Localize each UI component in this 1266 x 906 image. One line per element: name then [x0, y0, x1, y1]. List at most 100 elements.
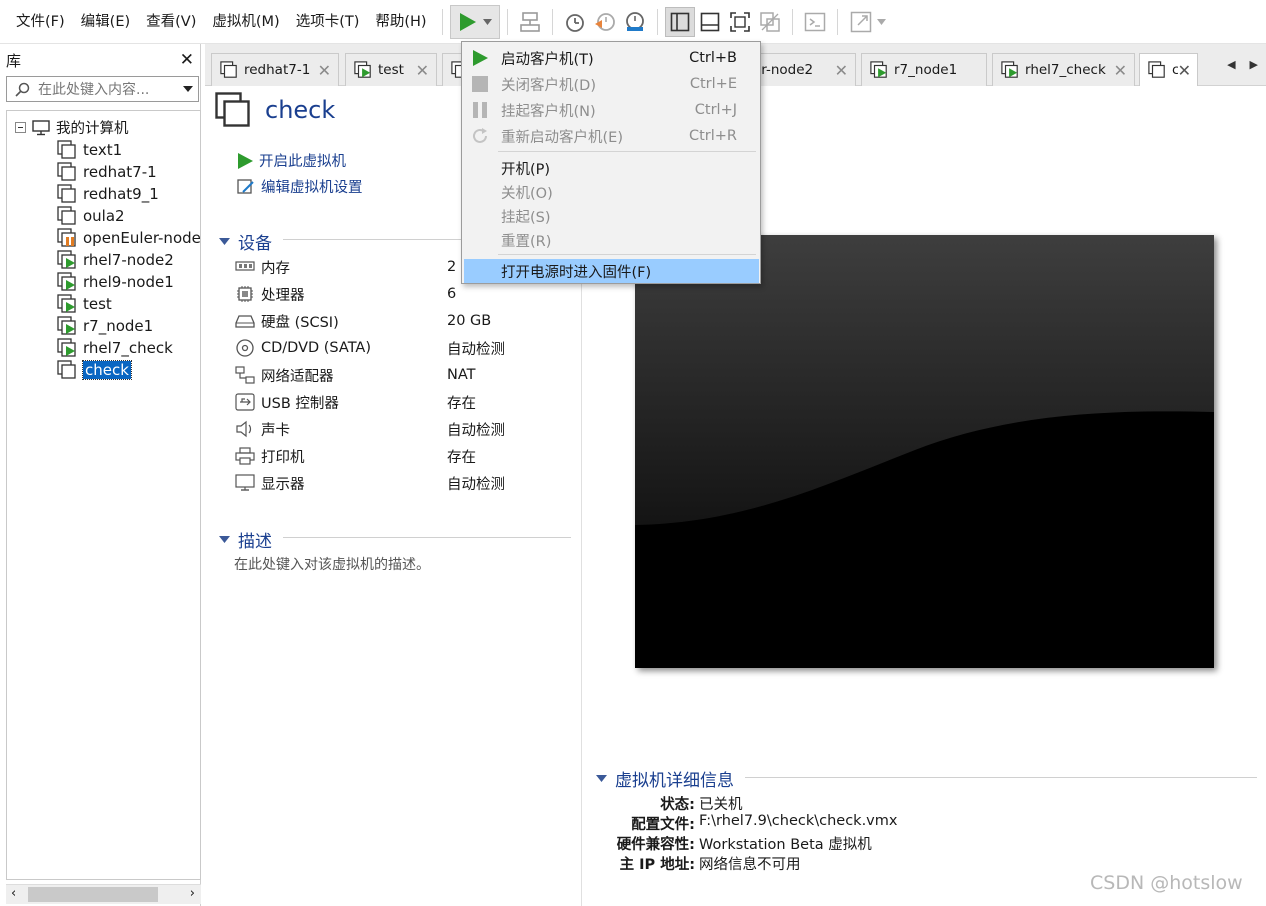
device-row-usb-controller[interactable]: USB 控制器 存在 [235, 391, 476, 413]
pause-icon [470, 100, 490, 120]
library-horizontal-scrollbar[interactable]: ‹ › [6, 884, 201, 904]
tree-root-label: 我的计算机 [56, 121, 129, 137]
device-value: 2 [447, 259, 457, 275]
library-search-input[interactable]: 在此处键入内容... [6, 76, 199, 102]
scrollbar-thumb[interactable] [28, 887, 158, 902]
send-ctrl-alt-del-button[interactable] [515, 7, 545, 37]
show-library-button[interactable] [664, 6, 695, 37]
scroll-left-icon[interactable]: ‹ [11, 886, 16, 901]
tree-item-r7_node1[interactable]: r7_node1 [57, 315, 153, 337]
menu-item-label: 打开电源时进入固件(F) [501, 264, 652, 281]
menu-reset[interactable]: 重置(R) [464, 228, 759, 252]
menu-shut-down-guest[interactable]: 关闭客户机(D) Ctrl+E [464, 72, 759, 96]
console-view-button[interactable] [800, 7, 830, 37]
hard-disk-icon [235, 315, 255, 328]
tree-item-oula2[interactable]: oula2 [57, 205, 125, 227]
library-header: 库 ✕ [0, 44, 200, 76]
menu-power-off[interactable]: 关机(O) [464, 180, 759, 204]
tab-scroll-left-icon[interactable]: ◀ [1227, 58, 1235, 71]
device-row-display[interactable]: 显示器 自动检测 [235, 472, 505, 494]
device-value: 6 [447, 286, 457, 302]
power-dropdown-menu: 启动客户机(T) Ctrl+B 关闭客户机(D) Ctrl+E 挂起客户机(N)… [461, 41, 761, 284]
device-row-memory[interactable]: 内存 2 [235, 256, 456, 278]
unity-button[interactable] [755, 7, 785, 37]
restart-icon [470, 126, 490, 146]
snapshot-button[interactable] [560, 7, 590, 37]
menu-help[interactable]: 帮助(H) [367, 0, 434, 44]
devices-section-header[interactable]: 设备 [219, 229, 272, 254]
vm-running-icon [57, 272, 76, 291]
revert-snapshot-button[interactable] [590, 7, 620, 37]
vm-details-section-header[interactable]: 虚拟机详细信息 [596, 766, 734, 791]
snapshot-manager-button[interactable] [620, 7, 650, 37]
clock-revert-icon [594, 12, 615, 31]
menu-suspend[interactable]: 挂起(S) [464, 204, 759, 228]
tree-item-redhat9_1[interactable]: redhat9_1 [57, 183, 159, 205]
close-tab-icon[interactable]: ✕ [1114, 61, 1127, 80]
tree-item-rhel7_check[interactable]: rhel7_check [57, 337, 173, 359]
close-tab-icon[interactable]: ✕ [416, 61, 429, 80]
tab-rhel7_check[interactable]: rhel7_check ✕ [992, 53, 1135, 86]
device-row-processor[interactable]: 处理器 6 [235, 283, 456, 305]
menu-power-on-to-firmware[interactable]: 打开电源时进入固件(F) [464, 259, 759, 283]
tab-check[interactable]: c ✕ [1139, 53, 1198, 86]
menu-file[interactable]: 文件(F) [8, 0, 73, 44]
tree-item-label: redhat9_1 [83, 185, 159, 203]
menu-start-guest[interactable]: 启动客户机(T) Ctrl+B [464, 46, 759, 70]
menu-tabs[interactable]: 选项卡(T) [288, 0, 368, 44]
tree-item-rhel7-node2[interactable]: rhel7-node2 [57, 249, 174, 271]
tree-item-check[interactable]: check [57, 359, 132, 381]
stretch-guest-button[interactable] [845, 7, 891, 37]
menu-bar: 文件(F) 编辑(E) 查看(V) 虚拟机(M) 选项卡(T) 帮助(H) [0, 0, 1266, 44]
close-tab-icon[interactable]: ✕ [318, 61, 331, 80]
menu-power-on[interactable]: 开机(P) [464, 156, 759, 180]
scroll-right-icon[interactable]: › [190, 886, 195, 901]
description-input[interactable]: 在此处键入对该虚拟机的描述。 [234, 554, 430, 574]
detail-row-state: 状态: 已关机 [595, 793, 743, 813]
tree-item-redhat7-1[interactable]: redhat7-1 [57, 161, 157, 183]
power-on-vm-link[interactable]: 开启此虚拟机 [237, 150, 346, 171]
close-icon[interactable]: ✕ [180, 50, 194, 70]
detail-key: 主 IP 地址: [619, 857, 695, 873]
collapse-triangle-icon [596, 774, 607, 782]
menu-separator [498, 254, 756, 255]
menu-vm[interactable]: 虚拟机(M) [204, 0, 287, 44]
device-row-sound-card[interactable]: 声卡 自动检测 [235, 418, 505, 440]
edit-vm-settings-link[interactable]: 编辑虚拟机设置 [237, 176, 363, 197]
tree-item-text1[interactable]: text1 [57, 139, 122, 161]
tree-item-label: r7_node1 [83, 317, 154, 335]
menu-restart-guest[interactable]: 重新启动客户机(E) Ctrl+R [464, 124, 759, 148]
collapse-icon[interactable] [15, 122, 26, 133]
power-dropdown-button[interactable] [449, 4, 500, 39]
tab-scroll-right-icon[interactable]: ▶ [1250, 58, 1258, 71]
search-placeholder: 在此处键入内容... [38, 82, 150, 98]
show-thumbnail-bar-button[interactable] [695, 7, 725, 37]
device-row-hard-disk[interactable]: 硬盘 (SCSI) 20 GB [235, 310, 491, 332]
tab-redhat7-1[interactable]: redhat7-1 ✕ [211, 53, 339, 86]
detail-value: 已关机 [699, 797, 743, 813]
device-row-printer[interactable]: 打印机 存在 [235, 445, 476, 467]
tab-test[interactable]: test ✕ [345, 53, 437, 86]
tree-item-rhel9-node1[interactable]: rhel9-node1 [57, 271, 174, 293]
tree-item-test[interactable]: test [57, 293, 112, 315]
device-row-cd-dvd[interactable]: CD/DVD (SATA) 自动检测 [235, 337, 505, 359]
vm-screen-preview[interactable] [635, 235, 1214, 668]
tree-root-my-computer[interactable]: 我的计算机 [15, 117, 129, 138]
device-row-network-adapter[interactable]: 网络适配器 NAT [235, 364, 476, 386]
menu-edit[interactable]: 编辑(E) [73, 0, 138, 44]
device-name: CD/DVD (SATA) [261, 340, 372, 356]
full-screen-button[interactable] [725, 7, 755, 37]
tab-r7_node1[interactable]: r7_node1 [861, 53, 987, 86]
vm-running-icon [57, 316, 76, 335]
processor-icon [237, 286, 253, 302]
menu-view[interactable]: 查看(V) [138, 0, 204, 44]
tree-item-openeuler-node[interactable]: openEuler-node [57, 227, 200, 249]
menu-item-shortcut: Ctrl+E [689, 76, 737, 92]
chevron-down-icon[interactable] [178, 86, 198, 92]
device-value: 自动检测 [447, 341, 505, 358]
description-section-header[interactable]: 描述 [219, 527, 272, 552]
close-tab-icon[interactable]: ✕ [835, 61, 848, 80]
menu-suspend-guest[interactable]: 挂起客户机(N) Ctrl+J [464, 98, 759, 122]
close-tab-icon[interactable]: ✕ [1178, 61, 1191, 80]
device-value: 20 GB [447, 313, 492, 329]
